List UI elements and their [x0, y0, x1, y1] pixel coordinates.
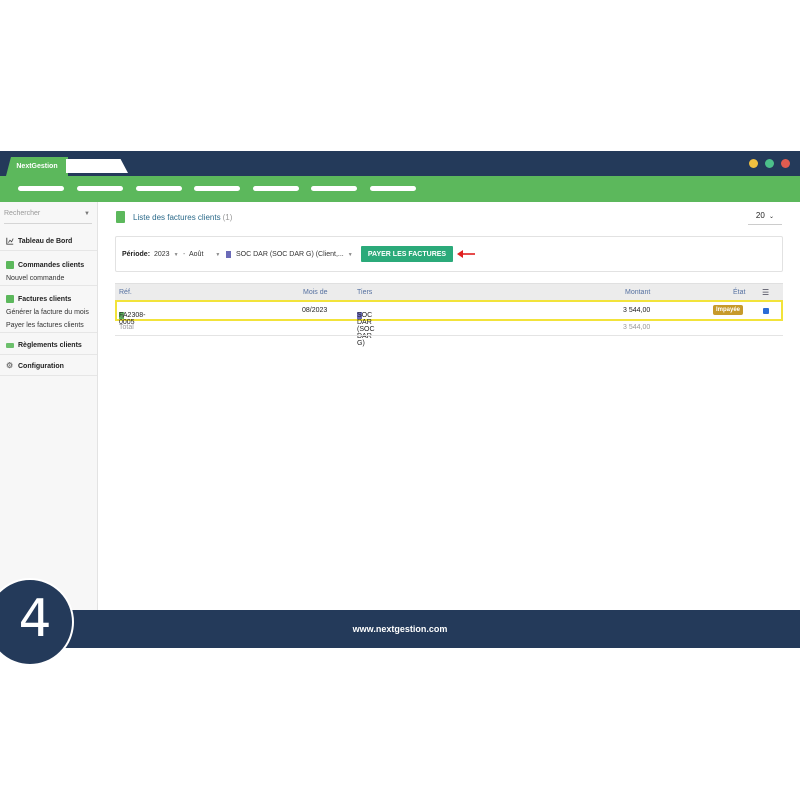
gear-icon: ⚙: [6, 361, 14, 370]
list-options-icon[interactable]: ☰: [762, 288, 769, 297]
maximize-dot[interactable]: [765, 159, 774, 168]
table-header: Réf. Mois de Tiers Montant État ☰: [115, 283, 783, 300]
window-controls: [749, 159, 790, 168]
status-badge: Impayée: [713, 305, 744, 315]
column-header-state[interactable]: État: [733, 289, 745, 296]
chevron-down-icon: ▼: [347, 251, 353, 258]
table-row[interactable]: FA2308-0005 ⤓ 08/2023 SOC DAR (SOC DAR G…: [115, 300, 783, 347]
sidebar-item-label: Commandes clients: [18, 261, 85, 269]
column-header-third[interactable]: Tiers: [357, 289, 372, 296]
building-icon: [226, 251, 231, 258]
sidebar-item-config[interactable]: ⚙ Configuration: [0, 359, 97, 373]
period-label: Période:: [122, 251, 151, 258]
title-bar: NextGestion: [0, 151, 800, 176]
sidebar-subitem-generate-invoice[interactable]: Générer la facture du mois: [0, 306, 97, 319]
client-select[interactable]: SOC DAR (SOC DAR G) (Client,... ▼: [226, 251, 353, 258]
page-title-text: Liste des factures clients: [133, 212, 221, 222]
top-nav: [0, 176, 800, 202]
arrow-left-icon: [457, 250, 475, 258]
sidebar-item-label: Configuration: [18, 362, 64, 370]
per-page-select[interactable]: 20 ⌄: [748, 211, 782, 225]
main-content: Liste des factures clients (1) 20 ⌄ Péri…: [98, 202, 800, 610]
chart-icon: [6, 237, 14, 245]
invoice-table: Réf. Mois de Tiers Montant État ☰ FA2308…: [115, 283, 783, 347]
total-label: Total: [119, 324, 134, 331]
column-header-amount[interactable]: Montant: [625, 289, 650, 296]
close-dot[interactable]: [781, 159, 790, 168]
filter-bar: Période: 2023 ▼ - Août ▼ SOC DAR (SOC DAR …: [115, 236, 783, 272]
period-separator: -: [183, 251, 186, 258]
search-placeholder: Rechercher: [4, 210, 41, 217]
invoice-month: 08/2023: [302, 307, 328, 314]
total-amount: 3 544,00: [623, 324, 651, 331]
invoice-amount: 3 544,00: [623, 307, 651, 314]
sidebar-item-dashboard[interactable]: Tableau de Bord: [0, 234, 97, 248]
sidebar: Rechercher ▼ Tableau de Bord Commandes c…: [0, 202, 98, 610]
sidebar-item-invoices[interactable]: Factures clients: [0, 292, 97, 306]
column-header-month[interactable]: Mois de: [303, 289, 328, 296]
nav-item-4[interactable]: [194, 186, 240, 191]
sidebar-section-orders: Commandes clients Nouvel commande: [0, 255, 97, 286]
sidebar-item-label: Règlements clients: [18, 341, 82, 349]
page-title: Liste des factures clients (1): [116, 211, 232, 223]
nav-item-5[interactable]: [253, 186, 299, 191]
app-window: NextGestion Rechercher ▼ Tableau de Bord: [0, 151, 800, 648]
sidebar-section-payments: Règlements clients: [0, 335, 97, 355]
footer-url: www.nextgestion.com: [352, 624, 448, 634]
download-icon[interactable]: ⤓: [121, 312, 124, 320]
nav-item-2[interactable]: [77, 186, 123, 191]
client-value: SOC DAR (SOC DAR G) (Client,...: [236, 251, 344, 258]
nav-item-6[interactable]: [311, 186, 357, 191]
footer: www.nextgestion.com: [0, 610, 800, 648]
month-select[interactable]: Août ▼: [189, 251, 221, 258]
nav-item-3[interactable]: [136, 186, 182, 191]
result-count: (1): [222, 212, 233, 222]
sidebar-section-dashboard: Tableau de Bord: [0, 231, 97, 251]
sidebar-item-payments[interactable]: Règlements clients: [0, 338, 97, 352]
chevron-down-icon: ▼: [215, 252, 221, 258]
tab-nextgestion[interactable]: NextGestion: [6, 157, 68, 176]
step-number: 4: [18, 589, 52, 649]
nav-item-7[interactable]: [370, 186, 416, 191]
per-page-value: 20: [755, 211, 765, 220]
pay-invoices-button[interactable]: PAYER LES FACTURES: [361, 246, 453, 262]
chevron-down-icon: ▼: [173, 252, 179, 258]
column-header-ref[interactable]: Réf.: [119, 289, 132, 296]
sidebar-section-config: ⚙ Configuration: [0, 356, 97, 376]
chevron-down-icon: ⌄: [769, 214, 775, 220]
row-checkbox[interactable]: [763, 308, 769, 314]
invoice-icon: [6, 295, 14, 303]
nav-item-1[interactable]: [18, 186, 64, 191]
search-input[interactable]: Rechercher ▼: [4, 210, 92, 224]
money-icon: [6, 342, 14, 348]
sidebar-item-orders[interactable]: Commandes clients: [0, 258, 97, 272]
sidebar-section-invoices: Factures clients Générer la facture du m…: [0, 289, 97, 333]
chevron-down-icon: ▼: [84, 211, 90, 217]
tab-blank[interactable]: [66, 159, 128, 173]
table-footer: Total 3 544,00: [115, 321, 783, 336]
sidebar-subitem-new-order[interactable]: Nouvel commande: [0, 272, 97, 285]
year-select[interactable]: 2023 ▼: [154, 251, 179, 258]
sidebar-item-label: Tableau de Bord: [18, 237, 73, 245]
minimize-dot[interactable]: [749, 159, 758, 168]
sidebar-subitem-pay-invoices[interactable]: Payer les factures clients: [0, 319, 97, 332]
document-icon: [6, 261, 14, 269]
invoice-icon: [116, 211, 125, 223]
sidebar-item-label: Factures clients: [18, 295, 72, 303]
